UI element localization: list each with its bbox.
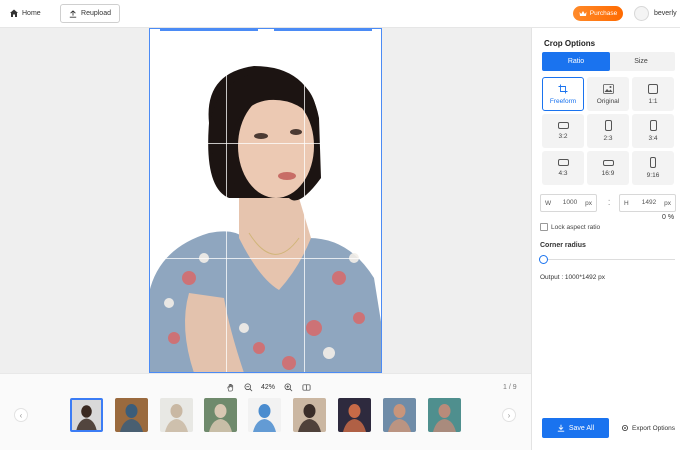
- next-button[interactable]: ›: [502, 408, 516, 422]
- corner-radius-label: Corner radius: [540, 242, 586, 249]
- thumbnail-woman-teal[interactable]: [428, 398, 461, 432]
- portrait-ratio-icon: [649, 120, 657, 131]
- zoom-out-button[interactable]: [243, 382, 253, 392]
- export-options-label: Export Options: [632, 424, 675, 432]
- save-all-button[interactable]: Save All: [542, 418, 609, 438]
- panel-title: Crop Options: [544, 39, 596, 48]
- ratio-option-1-1[interactable]: 1:1: [632, 77, 674, 111]
- export-options-button[interactable]: Export Options: [621, 424, 675, 432]
- ratio-label: 3:2: [558, 133, 568, 140]
- hand-tool-button[interactable]: [225, 382, 235, 392]
- zoom-value: 42%: [261, 383, 276, 391]
- lock-aspect-checkbox[interactable]: [540, 223, 548, 231]
- zoom-in-button[interactable]: [283, 382, 293, 392]
- ratio-option-9-16[interactable]: 9:16: [632, 151, 674, 185]
- reupload-label: Reupload: [81, 10, 111, 17]
- download-icon: [557, 424, 565, 432]
- chevron-right-icon: ›: [507, 410, 511, 420]
- ratio-label: 9:16: [646, 172, 660, 179]
- ratio-label: 1:1: [648, 97, 658, 105]
- width-field[interactable]: W px: [540, 194, 597, 212]
- height-label: H: [624, 200, 629, 207]
- zoom-out-icon: [244, 383, 252, 391]
- ratio-option-16-9[interactable]: 16:9: [587, 151, 629, 185]
- gear-icon: [622, 425, 628, 431]
- thumbnail-strip: 42% 1 / 9 ‹ ›: [0, 373, 531, 450]
- crop-handle-top-right[interactable]: [274, 28, 372, 31]
- corner-radius-slider[interactable]: [544, 259, 675, 260]
- tab-size[interactable]: Size: [607, 52, 675, 71]
- thumbnail-woman-dark-room[interactable]: [338, 398, 371, 432]
- image-icon: [602, 83, 614, 94]
- ratio-label: 16:9: [601, 169, 615, 177]
- tab-ratio[interactable]: Ratio: [542, 52, 610, 71]
- thumbnail-woman-room[interactable]: [293, 398, 326, 432]
- width-label: W: [545, 200, 552, 207]
- chevron-left-icon: ‹: [19, 410, 23, 420]
- output-size: Output : 1000*1492 px: [540, 274, 606, 281]
- ratio-option-original[interactable]: Original: [587, 77, 629, 111]
- crop-options-panel: Crop Options Ratio Size Freeform Original…: [531, 28, 680, 450]
- lock-aspect-label: Lock aspect ratio: [551, 223, 601, 231]
- ratio-label: Freeform: [549, 97, 577, 105]
- home-button[interactable]: Home: [9, 8, 41, 18]
- zoom-in-icon: [284, 383, 292, 391]
- ratio-label: 2:3: [603, 135, 613, 142]
- zoom-controls: 42%: [225, 382, 311, 392]
- save-all-label: Save All: [568, 424, 595, 432]
- purchase-button[interactable]: Purchase: [573, 6, 623, 21]
- crown-icon: [579, 11, 587, 16]
- compare-icon: [302, 383, 310, 391]
- thumbnail-woman-green-top[interactable]: [204, 398, 237, 432]
- ratio-option-freeform[interactable]: Freeform: [542, 77, 584, 111]
- height-unit: px: [664, 200, 671, 207]
- ratio-option-3-4[interactable]: 3:4: [632, 114, 674, 148]
- ratio-label: 3:4: [648, 135, 658, 142]
- hand-icon: [226, 383, 233, 391]
- username: beverly: [654, 10, 677, 17]
- top-bar: Home Reupload Purchase beverly: [0, 0, 680, 28]
- lock-aspect-ratio[interactable]: Lock aspect ratio: [540, 223, 600, 231]
- upload-icon: [69, 9, 77, 18]
- wide-ratio-icon: [602, 159, 614, 166]
- link-icon[interactable]: ⁚: [608, 199, 610, 207]
- crop-tabs: Ratio Size: [542, 52, 675, 71]
- tall-ratio-icon: [650, 157, 656, 168]
- height-field[interactable]: H px: [619, 194, 676, 212]
- thumbnail-woman-with-phone[interactable]: [160, 398, 193, 432]
- ratio-label: Original: [596, 97, 620, 105]
- thumbnail-woman-blue-shirt[interactable]: [248, 398, 281, 432]
- thumbnail-woman-portrait[interactable]: [70, 398, 103, 432]
- corner-radius-value: 0 %: [662, 214, 675, 221]
- purchase-label: Purchase: [589, 10, 618, 17]
- dimension-fields: W px ⁚ H px: [540, 194, 676, 212]
- portrait-ratio-icon: [604, 120, 612, 131]
- home-label: Home: [22, 9, 41, 17]
- page-counter: 1 / 9: [503, 384, 517, 391]
- width-unit: px: [585, 200, 592, 207]
- home-icon: [10, 9, 18, 17]
- landscape-ratio-icon: [557, 159, 569, 166]
- ratio-option-2-3[interactable]: 2:3: [587, 114, 629, 148]
- crop-box[interactable]: [149, 28, 382, 373]
- prev-button[interactable]: ‹: [14, 408, 28, 422]
- compare-button[interactable]: [301, 382, 311, 392]
- reupload-button[interactable]: Reupload: [60, 4, 120, 23]
- landscape-ratio-icon: [557, 122, 569, 129]
- width-input[interactable]: [554, 197, 586, 209]
- image-canvas: [0, 28, 531, 373]
- square-ratio-icon: [648, 83, 658, 94]
- thumbnail-woman-floral[interactable]: [383, 398, 416, 432]
- crop-handle-top-left[interactable]: [160, 28, 258, 31]
- height-input[interactable]: [633, 197, 665, 209]
- avatar: [634, 6, 649, 21]
- ratio-option-4-3[interactable]: 4:3: [542, 151, 584, 185]
- user-menu[interactable]: beverly: [634, 6, 677, 21]
- corner-radius-handle[interactable]: [539, 255, 548, 264]
- thumbnail-bookshelf[interactable]: [115, 398, 148, 432]
- ratio-label: 4:3: [558, 170, 568, 177]
- ratio-option-3-2[interactable]: 3:2: [542, 114, 584, 148]
- crop-icon: [558, 84, 568, 93]
